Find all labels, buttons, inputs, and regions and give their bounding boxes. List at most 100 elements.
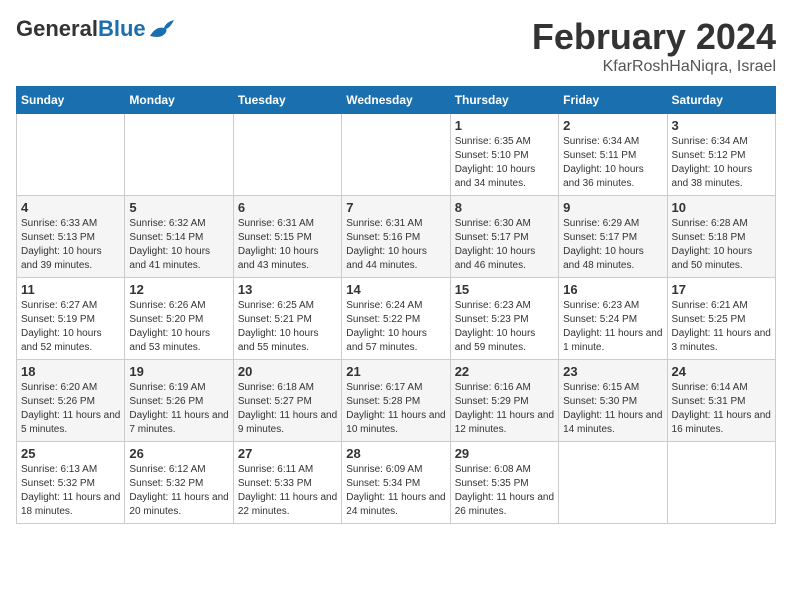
- calendar-cell: 19 Sunrise: 6:19 AM Sunset: 5:26 PM Dayli…: [125, 360, 233, 442]
- day-number: 14: [346, 282, 445, 297]
- calendar-cell: 16 Sunrise: 6:23 AM Sunset: 5:24 PM Dayli…: [559, 278, 667, 360]
- day-info: Sunrise: 6:25 AM Sunset: 5:21 PM Dayligh…: [238, 299, 337, 355]
- day-info: Sunrise: 6:34 AM Sunset: 5:12 PM Dayligh…: [672, 135, 771, 191]
- calendar-cell: 6Sunrise: 6:31 AM Sunset: 5:15 PM Daylig…: [233, 196, 341, 278]
- day-info: Sunrise: 6:26 AM Sunset: 5:20 PM Dayligh…: [129, 299, 228, 355]
- day-info: Sunrise: 6:11 AM Sunset: 5:33 PM Dayligh…: [238, 463, 337, 519]
- day-info: Sunrise: 6:16 AM Sunset: 5:29 PM Dayligh…: [455, 381, 554, 437]
- calendar-cell: 8 Sunrise: 6:30 AM Sunset: 5:17 PM Daylig…: [450, 196, 558, 278]
- day-number: 3: [672, 118, 771, 133]
- logo-bird-icon: [148, 18, 176, 40]
- calendar-cell: 10Sunrise: 6:28 AM Sunset: 5:18 PM Dayli…: [667, 196, 775, 278]
- calendar-cell: 15 Sunrise: 6:23 AM Sunset: 5:23 PM Dayli…: [450, 278, 558, 360]
- calendar-cell: 17 Sunrise: 6:21 AM Sunset: 5:25 PM Dayli…: [667, 278, 775, 360]
- day-info: Sunrise: 6:21 AM Sunset: 5:25 PM Dayligh…: [672, 299, 771, 355]
- day-info: Sunrise: 6:15 AM Sunset: 5:30 PM Dayligh…: [563, 381, 662, 437]
- calendar-cell: [559, 442, 667, 524]
- calendar-cell: [667, 442, 775, 524]
- calendar-cell: 27 Sunrise: 6:11 AM Sunset: 5:33 PM Dayli…: [233, 442, 341, 524]
- calendar-cell: 1Sunrise: 6:35 AM Sunset: 5:10 PM Daylig…: [450, 114, 558, 196]
- day-info: Sunrise: 6:31 AM Sunset: 5:16 PM Dayligh…: [346, 217, 445, 273]
- calendar-cell: [17, 114, 125, 196]
- calendar-week-5: 25 Sunrise: 6:13 AM Sunset: 5:32 PM Dayli…: [17, 442, 776, 524]
- calendar-cell: 24 Sunrise: 6:14 AM Sunset: 5:31 PM Dayli…: [667, 360, 775, 442]
- day-info: Sunrise: 6:29 AM Sunset: 5:17 PM Dayligh…: [563, 217, 662, 273]
- day-info: Sunrise: 6:24 AM Sunset: 5:22 PM Dayligh…: [346, 299, 445, 355]
- calendar-cell: 28Sunrise: 6:09 AM Sunset: 5:34 PM Dayli…: [342, 442, 450, 524]
- calendar-cell: 22 Sunrise: 6:16 AM Sunset: 5:29 PM Dayli…: [450, 360, 558, 442]
- day-header-thursday: Thursday: [450, 87, 558, 114]
- calendar-cell: 4 Sunrise: 6:33 AM Sunset: 5:13 PM Daylig…: [17, 196, 125, 278]
- calendar-cell: 9 Sunrise: 6:29 AM Sunset: 5:17 PM Daylig…: [559, 196, 667, 278]
- day-info: Sunrise: 6:13 AM Sunset: 5:32 PM Dayligh…: [21, 463, 120, 519]
- day-number: 2: [563, 118, 662, 133]
- day-number: 6: [238, 200, 337, 215]
- day-number: 10: [672, 200, 771, 215]
- day-info: Sunrise: 6:30 AM Sunset: 5:17 PM Dayligh…: [455, 217, 554, 273]
- title-block: February 2024 KfarRoshHaNiqra, Israel: [532, 16, 776, 76]
- calendar-week-4: 18 Sunrise: 6:20 AM Sunset: 5:26 PM Dayli…: [17, 360, 776, 442]
- day-number: 21: [346, 364, 445, 379]
- day-number: 13: [238, 282, 337, 297]
- page-title: February 2024: [532, 16, 776, 58]
- day-number: 16: [563, 282, 662, 297]
- day-number: 28: [346, 446, 445, 461]
- calendar-header-row: SundayMondayTuesdayWednesdayThursdayFrid…: [17, 87, 776, 114]
- day-number: 24: [672, 364, 771, 379]
- page-header: GeneralBlue February 2024 KfarRoshHaNiqr…: [16, 16, 776, 76]
- calendar-cell: 13 Sunrise: 6:25 AM Sunset: 5:21 PM Dayli…: [233, 278, 341, 360]
- day-number: 18: [21, 364, 120, 379]
- day-number: 27: [238, 446, 337, 461]
- day-header-wednesday: Wednesday: [342, 87, 450, 114]
- day-header-monday: Monday: [125, 87, 233, 114]
- calendar-week-1: 1Sunrise: 6:35 AM Sunset: 5:10 PM Daylig…: [17, 114, 776, 196]
- day-number: 7: [346, 200, 445, 215]
- day-number: 5: [129, 200, 228, 215]
- calendar-cell: 14 Sunrise: 6:24 AM Sunset: 5:22 PM Dayli…: [342, 278, 450, 360]
- calendar-table: SundayMondayTuesdayWednesdayThursdayFrid…: [16, 86, 776, 524]
- calendar-cell: 25 Sunrise: 6:13 AM Sunset: 5:32 PM Dayli…: [17, 442, 125, 524]
- day-header-friday: Friday: [559, 87, 667, 114]
- calendar-cell: 2 Sunrise: 6:34 AM Sunset: 5:11 PM Daylig…: [559, 114, 667, 196]
- day-number: 25: [21, 446, 120, 461]
- calendar-cell: [342, 114, 450, 196]
- page-location: KfarRoshHaNiqra, Israel: [532, 58, 776, 76]
- day-info: Sunrise: 6:23 AM Sunset: 5:23 PM Dayligh…: [455, 299, 554, 355]
- day-number: 19: [129, 364, 228, 379]
- day-number: 9: [563, 200, 662, 215]
- day-info: Sunrise: 6:20 AM Sunset: 5:26 PM Dayligh…: [21, 381, 120, 437]
- calendar-cell: 21Sunrise: 6:17 AM Sunset: 5:28 PM Dayli…: [342, 360, 450, 442]
- day-header-saturday: Saturday: [667, 87, 775, 114]
- day-number: 17: [672, 282, 771, 297]
- day-info: Sunrise: 6:34 AM Sunset: 5:11 PM Dayligh…: [563, 135, 662, 191]
- calendar-cell: 18 Sunrise: 6:20 AM Sunset: 5:26 PM Dayli…: [17, 360, 125, 442]
- calendar-cell: 23 Sunrise: 6:15 AM Sunset: 5:30 PM Dayli…: [559, 360, 667, 442]
- calendar-week-3: 11Sunrise: 6:27 AM Sunset: 5:19 PM Dayli…: [17, 278, 776, 360]
- calendar-cell: [125, 114, 233, 196]
- calendar-cell: 12Sunrise: 6:26 AM Sunset: 5:20 PM Dayli…: [125, 278, 233, 360]
- day-number: 26: [129, 446, 228, 461]
- day-number: 11: [21, 282, 120, 297]
- day-info: Sunrise: 6:33 AM Sunset: 5:13 PM Dayligh…: [21, 217, 120, 273]
- day-header-tuesday: Tuesday: [233, 87, 341, 114]
- day-number: 1: [455, 118, 554, 133]
- day-info: Sunrise: 6:14 AM Sunset: 5:31 PM Dayligh…: [672, 381, 771, 437]
- day-number: 4: [21, 200, 120, 215]
- logo: GeneralBlue: [16, 16, 176, 42]
- day-number: 20: [238, 364, 337, 379]
- day-info: Sunrise: 6:08 AM Sunset: 5:35 PM Dayligh…: [455, 463, 554, 519]
- day-number: 15: [455, 282, 554, 297]
- logo-blue-text: Blue: [98, 16, 146, 42]
- day-info: Sunrise: 6:23 AM Sunset: 5:24 PM Dayligh…: [563, 299, 662, 355]
- day-number: 22: [455, 364, 554, 379]
- calendar-cell: [233, 114, 341, 196]
- day-info: Sunrise: 6:32 AM Sunset: 5:14 PM Dayligh…: [129, 217, 228, 273]
- day-number: 29: [455, 446, 554, 461]
- day-number: 23: [563, 364, 662, 379]
- calendar-cell: 7 Sunrise: 6:31 AM Sunset: 5:16 PM Daylig…: [342, 196, 450, 278]
- day-header-sunday: Sunday: [17, 87, 125, 114]
- calendar-cell: 5 Sunrise: 6:32 AM Sunset: 5:14 PM Daylig…: [125, 196, 233, 278]
- day-info: Sunrise: 6:19 AM Sunset: 5:26 PM Dayligh…: [129, 381, 228, 437]
- day-number: 8: [455, 200, 554, 215]
- day-info: Sunrise: 6:12 AM Sunset: 5:32 PM Dayligh…: [129, 463, 228, 519]
